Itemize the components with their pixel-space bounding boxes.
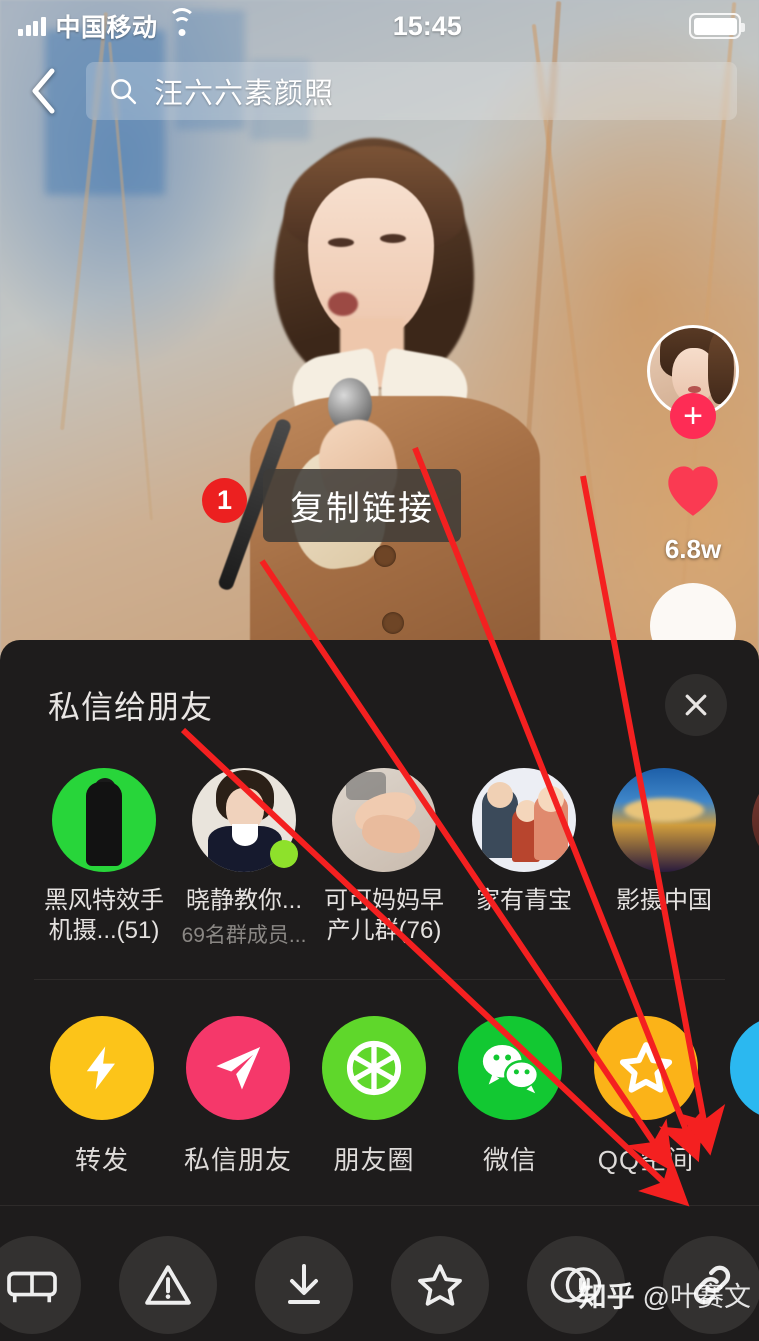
share-app-label: QQ空间 [597,1145,695,1176]
close-icon [685,694,707,716]
qzone-star-icon [594,1016,698,1121]
online-indicator [270,840,298,868]
list-item-label: 影摄中国 [616,887,712,914]
list-item[interactable] [734,768,759,886]
carrier-label: 中国移动 [55,14,158,42]
author-avatar[interactable]: + [647,325,739,439]
wifi-icon [167,7,196,37]
share-app-label: 微信 [482,1145,537,1176]
list-item[interactable]: 黑风特效手机摄...(51) [34,768,174,946]
like-count: 6.8w [664,534,722,564]
qq-penguin-icon [730,1016,759,1121]
list-item-label: 家有青宝 [476,887,572,914]
share-app-dm[interactable]: 私信朋友 [170,1016,306,1177]
list-item[interactable]: 可可妈妈早产儿群(76) [314,768,454,946]
list-item[interactable]: 晓静教你... 69名群成员... [174,768,314,949]
share-sheet-title: 私信给朋友 [48,689,214,725]
lightning-icon [50,1016,154,1121]
watermark-user: @叶赛文 [642,1282,751,1312]
avatar-xiaojing[interactable] [192,768,298,872]
avatar-yingshe[interactable] [612,768,716,872]
wechat-icon [458,1016,562,1121]
list-item-sublabel: 69名群成员... [181,924,307,948]
close-button[interactable] [665,674,727,736]
action-favorite[interactable]: 收藏 [372,1236,508,1341]
sofa-icon [0,1236,81,1335]
star-icon [391,1236,489,1335]
battery-full-icon [689,13,745,39]
share-sheet: 私信给朋友 黑风特效手机摄...(51) 晓静教你... 69名群成员... 可… [0,640,759,1341]
avatar-jiayouqingbao[interactable] [472,768,576,872]
moments-aperture-icon [322,1016,426,1121]
follow-button[interactable]: + [670,393,716,439]
share-app-label: 朋友圈 [333,1145,415,1176]
back-button[interactable] [0,52,86,130]
video-subject [216,120,562,680]
chevron-left-icon [32,68,55,114]
avatar-black-wind[interactable] [52,768,156,872]
video-side-actions: + 6.8w [643,325,743,669]
copy-link-tooltip: 复制链接 [263,469,461,542]
list-item-label: 黑风特效手机摄...(51) [44,887,164,945]
watermark-site: 知乎 [578,1281,635,1312]
list-item[interactable]: 家有青宝 [454,768,594,916]
action-watch-together[interactable]: 一起看视频 [0,1236,100,1341]
warning-triangle-icon [119,1236,217,1335]
share-app-wechat[interactable]: 微信 [442,1016,578,1177]
list-item-label: 晓静教你... [185,887,302,914]
status-time: 15:45 [392,10,462,41]
download-icon [255,1236,353,1335]
search-query-text: 汪六六素颜照 [154,78,335,110]
list-item-label: 可可妈妈早产儿群(76) [324,887,444,945]
friends-list[interactable]: 黑风特效手机摄...(51) 晓静教你... 69名群成员... 可可妈妈早产儿… [0,736,759,949]
share-app-qq[interactable]: QQ [714,1016,759,1177]
share-app-label: 私信朋友 [183,1145,292,1176]
share-app-repost[interactable]: 转发 [34,1016,170,1177]
share-app-moments[interactable]: 朋友圈 [306,1016,442,1177]
share-sheet-header: 私信给朋友 [0,640,759,736]
share-apps-row[interactable]: 转发 私信朋友 朋友圈 微信 QQ空间 [0,980,759,1177]
search-header: 汪六六素颜照 [0,52,759,130]
action-report[interactable]: 举报 [100,1236,236,1341]
list-item[interactable]: 影摄中国 [594,768,734,916]
signal-bars-icon [18,16,46,36]
share-app-label: 转发 [74,1145,129,1176]
heart-icon[interactable] [652,451,734,530]
avatar-partial[interactable] [752,768,759,872]
share-actions-row[interactable]: 一起看视频 举报 [0,1205,759,1341]
status-bar: 中国移动 15:45 [0,0,759,52]
search-input[interactable]: 汪六六素颜照 [86,62,737,120]
search-icon [111,79,137,105]
avatar-keke[interactable] [332,768,436,872]
tooltip-badge: 1 [202,478,247,523]
share-app-qzone[interactable]: QQ空间 [578,1016,714,1177]
zhihu-watermark: 知乎 @叶赛文 [579,1275,751,1315]
action-save-to-album[interactable]: 保存至相册 [236,1236,372,1341]
paper-plane-icon [186,1016,290,1121]
phone-screen: 中国移动 15:45 汪六六素颜照 + 6.8w 1 复制链接 私信给朋友 黑风… [0,0,759,1341]
